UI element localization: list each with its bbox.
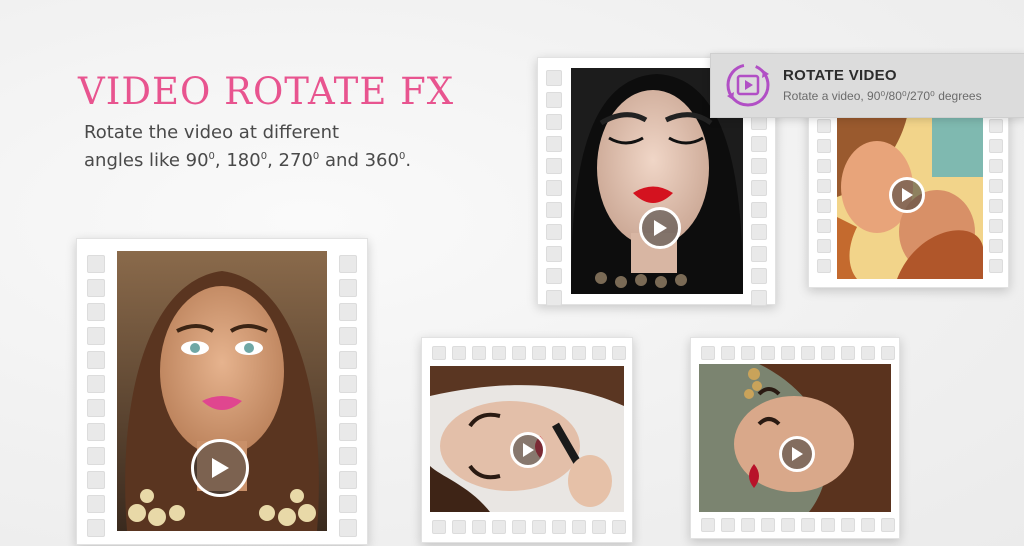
subtitle-sep: and 360 <box>319 150 399 171</box>
play-button[interactable] <box>779 436 815 472</box>
page-subtitle: Rotate the video at different angles lik… <box>84 121 444 173</box>
tooltip-description: Rotate a video, 90⁰/80⁰/270⁰ degrees <box>783 89 982 103</box>
film-perforations-left <box>546 70 562 306</box>
subtitle-line-1: Rotate the video at different <box>84 122 340 143</box>
subtitle-sep: , 180 <box>214 150 261 171</box>
thumbnail-large-portrait[interactable] <box>76 238 368 545</box>
play-button[interactable] <box>639 207 681 249</box>
play-button[interactable] <box>510 432 546 468</box>
subtitle-end: . <box>405 150 412 171</box>
play-button[interactable] <box>889 177 925 213</box>
play-icon <box>523 443 534 457</box>
thumbnail-bottom-left-rotated[interactable] <box>421 337 633 543</box>
play-icon <box>792 447 803 461</box>
tooltip-title: ROTATE VIDEO <box>783 67 897 84</box>
film-perforations-top <box>701 346 895 360</box>
film-perforations-right <box>339 255 357 537</box>
play-button[interactable] <box>191 439 249 497</box>
subtitle-sep: , 270 <box>267 150 313 171</box>
rotate-video-icon <box>723 60 773 115</box>
subtitle-line-2-prefix: angles like 90 <box>84 150 209 171</box>
thumbnail-bottom-right-rotated[interactable] <box>690 337 900 539</box>
page-title: VIDEO ROTATE FX <box>78 70 455 113</box>
play-icon <box>212 458 229 478</box>
thumbnail-right-rotated[interactable] <box>808 108 1009 288</box>
play-icon <box>654 220 667 236</box>
film-perforations-bottom <box>432 520 626 534</box>
play-icon <box>902 188 913 202</box>
rotate-video-tooltip: ROTATE VIDEO Rotate a video, 90⁰/80⁰/270… <box>710 53 1024 118</box>
film-perforations-left <box>87 255 105 537</box>
film-perforations-top <box>432 346 626 360</box>
film-perforations-right <box>989 119 1003 273</box>
film-perforations-left <box>817 119 831 273</box>
film-perforations-bottom <box>701 518 895 532</box>
